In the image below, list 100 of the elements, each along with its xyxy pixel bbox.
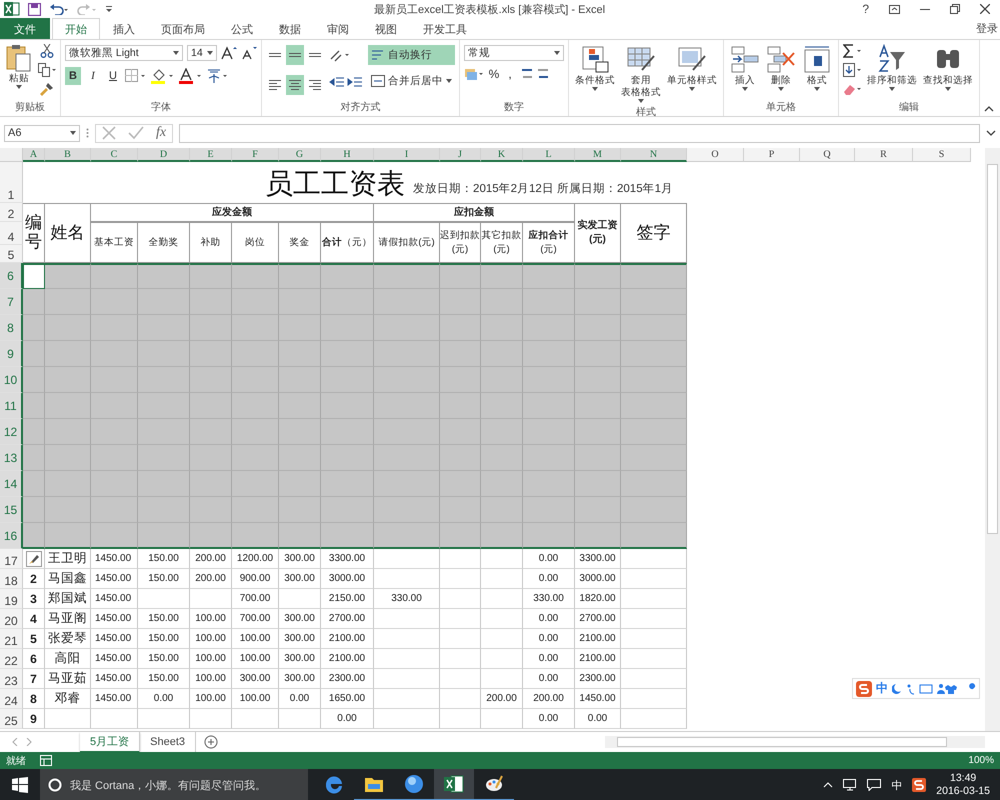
align-button[interactable] bbox=[286, 74, 304, 94]
table-cell[interactable] bbox=[23, 341, 45, 367]
column-header[interactable]: B bbox=[45, 148, 91, 162]
table-cell[interactable] bbox=[440, 471, 481, 497]
table-cell[interactable] bbox=[279, 289, 321, 315]
table-cell[interactable] bbox=[138, 471, 190, 497]
ribbon-tab[interactable]: 审阅 bbox=[314, 18, 362, 39]
insert-function-button[interactable]: fx bbox=[156, 125, 166, 141]
formula-input[interactable] bbox=[179, 124, 980, 142]
table-cell[interactable] bbox=[440, 445, 481, 471]
expand-icon[interactable] bbox=[986, 130, 996, 136]
table-cell[interactable] bbox=[621, 341, 687, 367]
merge-center-button[interactable]: 合并后居中 bbox=[368, 71, 455, 91]
table-cell[interactable] bbox=[138, 289, 190, 315]
table-cell[interactable] bbox=[440, 263, 481, 289]
table-cell[interactable] bbox=[45, 471, 91, 497]
table-cell[interactable] bbox=[190, 367, 232, 393]
row-header[interactable]: 5 bbox=[0, 245, 23, 263]
ribbon-tab[interactable]: 开发工具 bbox=[410, 18, 480, 39]
table-cell[interactable] bbox=[374, 497, 440, 523]
phonetic-guide-icon[interactable] bbox=[207, 68, 229, 84]
table-cell[interactable] bbox=[321, 263, 374, 289]
table-cell[interactable] bbox=[138, 497, 190, 523]
clock-date[interactable]: 2016-03-15 bbox=[936, 785, 990, 798]
font-style-button[interactable]: I bbox=[85, 67, 101, 85]
table-cell[interactable] bbox=[23, 419, 45, 445]
table-cell[interactable] bbox=[321, 289, 374, 315]
macro-record-icon[interactable] bbox=[40, 755, 52, 766]
table-cell[interactable] bbox=[321, 393, 374, 419]
table-cell[interactable] bbox=[45, 315, 91, 341]
row-header[interactable]: 16 bbox=[0, 523, 23, 549]
table-cell[interactable] bbox=[45, 445, 91, 471]
row-header[interactable]: 18 bbox=[0, 569, 23, 589]
ribbon-tab[interactable]: 页面布局 bbox=[148, 18, 218, 39]
ribbon-display-icon[interactable] bbox=[889, 4, 900, 14]
table-cell[interactable] bbox=[279, 263, 321, 289]
start-icon[interactable] bbox=[12, 777, 28, 793]
table-cell[interactable] bbox=[621, 393, 687, 419]
table-cell[interactable] bbox=[523, 393, 575, 419]
table-cell[interactable] bbox=[481, 367, 523, 393]
table-cell[interactable] bbox=[481, 419, 523, 445]
table-cell[interactable] bbox=[190, 289, 232, 315]
table-cell[interactable] bbox=[481, 471, 523, 497]
sogou-logo-icon[interactable] bbox=[856, 680, 872, 696]
table-cell[interactable] bbox=[374, 419, 440, 445]
table-cell[interactable] bbox=[91, 315, 138, 341]
table-cell[interactable] bbox=[481, 393, 523, 419]
row-header[interactable]: 14 bbox=[0, 471, 23, 497]
table-cell[interactable] bbox=[138, 419, 190, 445]
row-header[interactable]: 19 bbox=[0, 589, 23, 609]
conditional-button[interactable]: 条件格式 bbox=[573, 42, 617, 93]
table-cell[interactable] bbox=[575, 341, 621, 367]
row-header[interactable]: 12 bbox=[0, 419, 23, 445]
column-header[interactable]: N bbox=[621, 148, 687, 162]
table-cell[interactable] bbox=[575, 367, 621, 393]
grow-font-icon[interactable] bbox=[221, 46, 237, 60]
table-cell[interactable] bbox=[621, 289, 687, 315]
table-cell[interactable] bbox=[190, 497, 232, 523]
find-button[interactable]: 查找和选择 bbox=[921, 42, 975, 93]
table-cell[interactable] bbox=[440, 315, 481, 341]
table-cell[interactable] bbox=[190, 341, 232, 367]
table-cell[interactable] bbox=[190, 263, 232, 289]
table-cell[interactable] bbox=[523, 445, 575, 471]
table-cell[interactable] bbox=[232, 497, 279, 523]
table-cell[interactable] bbox=[279, 471, 321, 497]
table-cell[interactable] bbox=[23, 445, 45, 471]
column-header[interactable]: C bbox=[91, 148, 138, 162]
input-mode[interactable]: 中 bbox=[876, 680, 888, 697]
table-cell[interactable] bbox=[232, 367, 279, 393]
table-cell[interactable] bbox=[279, 367, 321, 393]
table-cell[interactable] bbox=[23, 549, 45, 569]
row-header[interactable]: 9 bbox=[0, 341, 23, 367]
table-cell[interactable] bbox=[91, 289, 138, 315]
table-cell[interactable] bbox=[621, 367, 687, 393]
table-cell[interactable] bbox=[45, 419, 91, 445]
table-cell[interactable] bbox=[232, 419, 279, 445]
table-cell[interactable] bbox=[523, 367, 575, 393]
format-painter-icon[interactable] bbox=[40, 82, 54, 96]
table-cell[interactable] bbox=[138, 523, 190, 549]
cut-icon[interactable] bbox=[40, 44, 54, 58]
restore-icon[interactable] bbox=[950, 4, 960, 14]
table-cell[interactable] bbox=[45, 393, 91, 419]
table-cell[interactable] bbox=[190, 523, 232, 549]
table-cell[interactable] bbox=[621, 315, 687, 341]
chevron-up-icon[interactable] bbox=[823, 782, 834, 788]
table-cell[interactable] bbox=[138, 393, 190, 419]
ribbon-tab[interactable]: 公式 bbox=[218, 18, 266, 39]
table-cell[interactable] bbox=[23, 289, 45, 315]
row-header[interactable]: 13 bbox=[0, 445, 23, 471]
row-header[interactable]: 7 bbox=[0, 289, 23, 315]
table-cell[interactable] bbox=[279, 445, 321, 471]
zoom-level[interactable]: 100% bbox=[968, 755, 994, 766]
table-cell[interactable] bbox=[138, 315, 190, 341]
table-cell[interactable] bbox=[138, 263, 190, 289]
table-cell[interactable] bbox=[374, 393, 440, 419]
currency-icon[interactable] bbox=[464, 67, 484, 81]
table-cell[interactable] bbox=[523, 419, 575, 445]
help-button[interactable]: ? bbox=[862, 2, 869, 16]
column-header[interactable]: R bbox=[855, 148, 913, 162]
table-cell[interactable] bbox=[138, 445, 190, 471]
